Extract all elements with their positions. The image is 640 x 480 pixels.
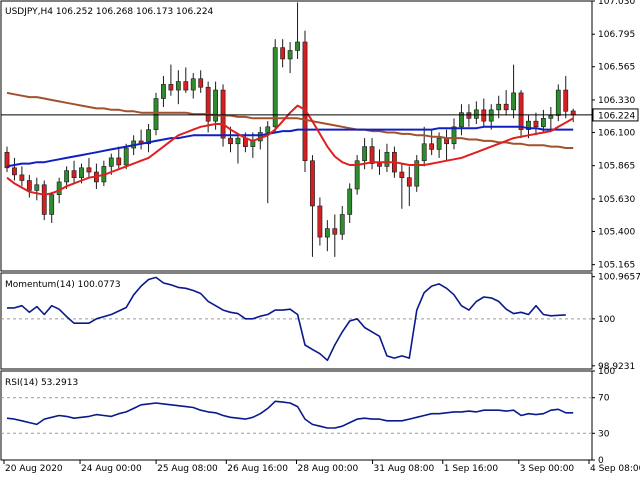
bull-candle <box>451 126 457 145</box>
bull-candle <box>324 228 330 238</box>
bear-candle <box>533 120 539 128</box>
y-tick-label: 105.400 <box>598 227 635 237</box>
y-tick-label: 30 <box>598 429 610 439</box>
bull-candle <box>49 194 55 215</box>
bull-candle <box>56 181 62 195</box>
bear-candle <box>12 167 17 176</box>
bull-candle <box>123 147 129 166</box>
bull-candle <box>496 103 502 111</box>
y-tick-label: 107.030 <box>598 0 635 7</box>
bear-candle <box>377 163 382 167</box>
y-tick-label: 100 <box>598 315 615 325</box>
bear-candle <box>406 177 412 187</box>
y-tick-label: 100.9657 <box>598 273 640 283</box>
bear-candle <box>198 78 204 88</box>
bull-candle <box>511 92 516 111</box>
x-tick-label: 3 Sep 00:00 <box>520 464 575 474</box>
bull-candle <box>347 188 353 215</box>
bear-candle <box>26 180 32 191</box>
bear-candle <box>429 143 435 150</box>
bear-candle <box>205 86 211 122</box>
bear-candle <box>503 103 509 111</box>
bear-candle <box>116 157 122 166</box>
momentum-pane-title: Momentum(14) 100.0773 <box>5 280 121 290</box>
x-tick-label: 1 Sep 16:00 <box>444 464 499 474</box>
x-tick-label: 20 Aug 2020 <box>5 464 63 474</box>
current-price-label: 106.224 <box>598 111 635 121</box>
bear-candle <box>369 146 375 164</box>
bear-candle <box>563 89 569 112</box>
bull-candle <box>473 109 479 119</box>
y-tick-label: 106.100 <box>598 128 635 138</box>
bull-candle <box>362 146 367 162</box>
bear-candle <box>399 171 405 179</box>
bull-candle <box>64 170 69 183</box>
bear-candle <box>481 109 487 122</box>
bear-candle <box>41 184 47 215</box>
bull-candle <box>295 41 300 51</box>
x-tick-label: 24 Aug 00:00 <box>81 464 142 474</box>
y-tick-label: 70 <box>598 394 610 404</box>
bull-candle <box>34 184 40 191</box>
y-tick-label: 105.865 <box>598 162 635 172</box>
bull-candle <box>339 214 345 235</box>
chart-canvas: 107.030 106.795 106.565 106.330 106.100 105.8… <box>0 0 640 480</box>
bear-candle <box>19 174 25 181</box>
bull-candle <box>384 151 390 167</box>
bull-candle <box>153 98 159 130</box>
bull-candle <box>540 118 546 128</box>
x-tick-label: 26 Aug 16:00 <box>227 464 288 474</box>
bear-candle <box>220 89 226 139</box>
bull-candle <box>108 157 114 167</box>
y-tick-label: 106.565 <box>598 63 635 73</box>
bull-candle <box>190 78 196 91</box>
rsi-pane-title: RSI(14) 53.2913 <box>5 378 78 388</box>
bear-candle <box>317 205 323 238</box>
bull-candle <box>79 167 84 179</box>
bull-candle <box>488 109 494 122</box>
bear-candle <box>183 81 189 91</box>
y-tick-label: 105.165 <box>598 261 635 271</box>
bear-candle <box>302 41 308 162</box>
bear-candle <box>570 110 576 116</box>
bull-candle <box>436 137 442 150</box>
bear-candle <box>168 84 174 91</box>
y-tick-label: 105.630 <box>598 195 635 205</box>
x-tick-label: 25 Aug 08:00 <box>157 464 218 474</box>
bull-candle <box>161 84 166 99</box>
bear-candle <box>518 92 524 130</box>
bear-candle <box>228 137 233 145</box>
bear-candle <box>71 170 77 179</box>
bull-candle <box>235 137 241 145</box>
y-tick-label: 106.795 <box>598 30 635 40</box>
bear-candle <box>86 167 92 173</box>
y-tick-label: 106.330 <box>598 96 635 106</box>
bear-candle <box>332 228 338 235</box>
bull-candle <box>175 81 181 91</box>
bull-candle <box>287 50 293 60</box>
bull-candle <box>555 89 561 116</box>
x-tick-label: 31 Aug 08:00 <box>374 464 435 474</box>
bull-candle <box>265 126 271 133</box>
price-pane-title: USDJPY,H4 106.252 106.268 106.173 106.22… <box>5 7 214 17</box>
bear-candle <box>310 160 315 207</box>
bull-candle <box>421 143 427 162</box>
bear-candle <box>280 47 286 60</box>
bull-candle <box>548 115 554 119</box>
y-tick-label: 100 <box>598 367 615 377</box>
x-tick-label: 28 Aug 00:00 <box>298 464 359 474</box>
x-tick-label: 4 Sep 08:00 <box>590 464 640 474</box>
bear-candle <box>466 112 472 119</box>
